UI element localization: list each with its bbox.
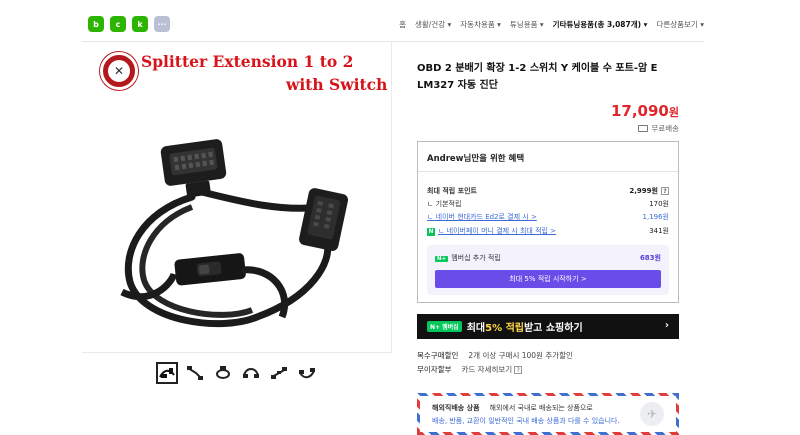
product-image-panel[interactable]: ✕ Splitter Extension 1 to 2 with Switch bbox=[82, 42, 392, 352]
overseas-note: 배송, 반품, 교환이 일반적인 국내 배송 상품과 다를 수 있습니다. bbox=[432, 417, 620, 425]
thumbnail-6[interactable] bbox=[296, 362, 318, 384]
installment-row: 무이자할부 카드 자세히보기? bbox=[417, 364, 523, 375]
blog-icon[interactable]: b bbox=[88, 16, 104, 32]
shipping-info: 무료배송 bbox=[638, 123, 679, 134]
basic-points-row: ㄴ 기본적립 170원 bbox=[427, 199, 669, 209]
breadcrumb-other-tuning[interactable]: 기타튜닝용품(총 3,087개) ▾ bbox=[553, 19, 648, 30]
chevron-right-icon: › bbox=[664, 320, 669, 331]
breadcrumb-tuning[interactable]: 튜닝용품 ▾ bbox=[510, 19, 544, 30]
top-bar: b c k ··· 홈 생활/건강 ▾ 자동차용품 ▾ 튜닝용품 ▾ 기타튜닝용… bbox=[82, 0, 704, 42]
product-price: 17,090원 bbox=[611, 102, 679, 120]
obd-cable-image bbox=[120, 139, 349, 328]
price-value: 17,090 bbox=[610, 102, 669, 120]
membership-banner-badge: N+ 멤버십 bbox=[427, 321, 462, 332]
breadcrumb-other-products[interactable]: 다른상품보기 ▾ bbox=[656, 19, 704, 30]
thumbnail-1[interactable] bbox=[156, 361, 178, 384]
seller-logo-icon: ✕ bbox=[100, 52, 138, 90]
left-margin bbox=[0, 0, 82, 435]
pay-points-link[interactable]: ㄴ 네이버페이 머니 결제 시 최대 적립 > bbox=[438, 227, 556, 235]
thumbnail-3[interactable] bbox=[212, 362, 234, 384]
more-icon[interactable]: ··· bbox=[154, 16, 170, 32]
benefit-header: Andrew님만을 위한 혜택 bbox=[418, 142, 678, 172]
naverpay-icon: N bbox=[427, 228, 435, 236]
thumbnail-4[interactable] bbox=[240, 362, 262, 384]
share-icons: b c k ··· bbox=[88, 16, 170, 32]
shipping-label: 무료배송 bbox=[651, 124, 679, 133]
benefit-box: Andrew님만을 위한 혜택 최대 적립 포인트 2,999원? ㄴ 기본적립… bbox=[417, 141, 679, 303]
banner-text-prefix: 최대 bbox=[466, 323, 486, 334]
help-icon[interactable]: ? bbox=[514, 366, 523, 374]
max-points-row: 최대 적립 포인트 2,999원? bbox=[427, 186, 669, 196]
overseas-desc: 해외에서 국내로 배송되는 상품으로 bbox=[489, 404, 593, 412]
installment-label: 무이자할부 bbox=[417, 365, 452, 374]
overseas-line: 해외직배송 상품 해외에서 국내로 배송되는 상품으로 bbox=[432, 403, 593, 413]
thumbnail-5[interactable] bbox=[268, 362, 290, 384]
product-title: OBD 2 분배기 확장 1-2 스위치 Y 케이블 수 포트-암 E LM32… bbox=[417, 63, 658, 91]
basic-points-value: 170원 bbox=[649, 200, 669, 208]
banner-text-suffix: 받고 쇼핑하기 bbox=[523, 323, 583, 334]
pay-points-value: 341원 bbox=[649, 227, 669, 235]
right-margin bbox=[704, 0, 800, 435]
multi-buy-discount-row: 복수구매할인 2개 이상 구매시 100원 추가할인 bbox=[417, 350, 573, 361]
overseas-label: 해외직배송 상품 bbox=[432, 404, 480, 412]
max-points-value: 2,999원 bbox=[629, 187, 658, 195]
breadcrumb-car-supplies[interactable]: 자동차용품 ▾ bbox=[460, 19, 501, 30]
overseas-shipping-notice: 해외직배송 상품 해외에서 국내로 배송되는 상품으로 배송, 반품, 교환이 … bbox=[417, 393, 679, 435]
membership-box: N+ 멤버십 추가 적립 683원 최대 5% 적립 시작하기 > bbox=[427, 245, 669, 295]
membership-label: 멤버십 추가 적립 bbox=[451, 254, 501, 262]
breadcrumb-living-health[interactable]: 생활/건강 ▾ bbox=[415, 19, 451, 30]
multi-buy-label: 복수구매할인 bbox=[417, 351, 459, 360]
start-membership-button[interactable]: 최대 5% 적립 시작하기 > bbox=[435, 270, 661, 288]
card-points-row[interactable]: ㄴ 네이버 현대카드 Ed2로 결제 시 > 1,196원 bbox=[427, 212, 669, 222]
banner-text-highlight: 5% 적립 bbox=[485, 323, 524, 334]
airplane-icon: ✈ bbox=[640, 402, 664, 426]
membership-badge: N+ bbox=[435, 256, 449, 262]
breadcrumb: 홈 생활/건강 ▾ 자동차용품 ▾ 튜닝용품 ▾ 기타튜닝용품(총 3,087개… bbox=[399, 19, 704, 30]
multi-buy-value: 2개 이상 구매시 100원 추가할인 bbox=[468, 351, 573, 360]
help-icon[interactable]: ? bbox=[661, 187, 669, 195]
price-unit: 원 bbox=[668, 106, 679, 119]
card-details-link[interactable]: 카드 자세히보기 bbox=[462, 365, 513, 374]
card-points-link[interactable]: ㄴ 네이버 현대카드 Ed2로 결제 시 > bbox=[427, 212, 537, 222]
card-points-value: 1,196원 bbox=[642, 213, 669, 221]
bookmark-icon[interactable]: k bbox=[132, 16, 148, 32]
thumbnail-strip bbox=[82, 352, 392, 392]
max-points-label: 최대 적립 포인트 bbox=[427, 187, 477, 195]
membership-banner[interactable]: N+ 멤버십 최대 5% 적립 받고 쇼핑하기 › bbox=[417, 314, 679, 339]
basic-points-label: ㄴ 기본적립 bbox=[427, 200, 462, 208]
membership-value: 683원 bbox=[639, 254, 661, 262]
promo-text-line1: Splitter Extension 1 to 2 bbox=[141, 52, 354, 71]
pay-points-row[interactable]: Nㄴ 네이버페이 머니 결제 시 최대 적립 > 341원 bbox=[427, 226, 669, 236]
membership-row: N+ 멤버십 추가 적립 683원 bbox=[435, 253, 661, 263]
thumbnail-2[interactable] bbox=[184, 362, 206, 384]
breadcrumb-home[interactable]: 홈 bbox=[399, 19, 406, 30]
truck-icon bbox=[638, 125, 649, 132]
cafe-icon[interactable]: c bbox=[110, 16, 126, 32]
